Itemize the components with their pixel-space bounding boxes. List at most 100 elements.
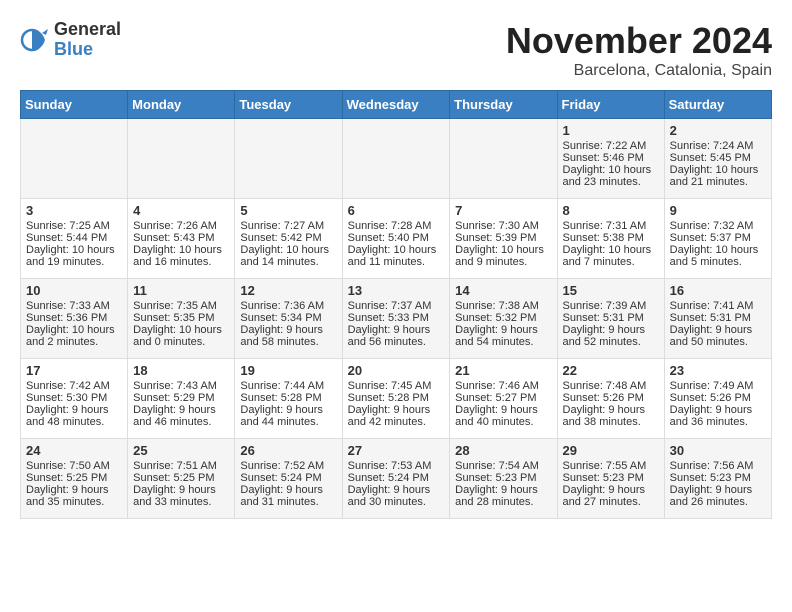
calendar-cell: 4Sunrise: 7:26 AMSunset: 5:43 PMDaylight… bbox=[128, 199, 235, 279]
daylight-text: Daylight: 9 hours and 31 minutes. bbox=[240, 484, 336, 508]
title-area: November 2024 Barcelona, Catalonia, Spai… bbox=[506, 20, 772, 80]
daylight-text: Daylight: 10 hours and 5 minutes. bbox=[670, 244, 766, 268]
sunrise-text: Sunrise: 7:56 AM bbox=[670, 460, 766, 472]
calendar-cell: 2Sunrise: 7:24 AMSunset: 5:45 PMDaylight… bbox=[664, 119, 771, 199]
sunset-text: Sunset: 5:24 PM bbox=[240, 472, 336, 484]
day-number: 21 bbox=[455, 363, 551, 378]
daylight-text: Daylight: 9 hours and 33 minutes. bbox=[133, 484, 229, 508]
calendar-week-2: 3Sunrise: 7:25 AMSunset: 5:44 PMDaylight… bbox=[21, 199, 772, 279]
sunset-text: Sunset: 5:44 PM bbox=[26, 232, 122, 244]
calendar-cell: 27Sunrise: 7:53 AMSunset: 5:24 PMDayligh… bbox=[342, 439, 450, 519]
day-number: 2 bbox=[670, 123, 766, 138]
sunset-text: Sunset: 5:40 PM bbox=[348, 232, 445, 244]
sunset-text: Sunset: 5:39 PM bbox=[455, 232, 551, 244]
day-number: 8 bbox=[563, 203, 659, 218]
calendar-cell: 15Sunrise: 7:39 AMSunset: 5:31 PMDayligh… bbox=[557, 279, 664, 359]
calendar-cell: 22 Sunrise: 7:48 AMSunset: 5:26 PMDayligh… bbox=[557, 359, 664, 439]
sunrise-text: Sunrise: 7:28 AM bbox=[348, 220, 445, 232]
sunset-text: Sunset: 5:25 PM bbox=[26, 472, 122, 484]
sunset-text: Sunset: 5:43 PM bbox=[133, 232, 229, 244]
daylight-text: Daylight: 9 hours and 50 minutes. bbox=[670, 324, 766, 348]
calendar-header: SundayMondayTuesdayWednesdayThursdayFrid… bbox=[21, 91, 772, 119]
calendar-cell: 29Sunrise: 7:55 AMSunset: 5:23 PMDayligh… bbox=[557, 439, 664, 519]
weekday-header-monday: Monday bbox=[128, 91, 235, 119]
daylight-text: Daylight: 10 hours and 2 minutes. bbox=[26, 324, 122, 348]
daylight-text: Daylight: 10 hours and 9 minutes. bbox=[455, 244, 551, 268]
daylight-text: Daylight: 9 hours and 48 minutes. bbox=[26, 404, 122, 428]
daylight-text: Daylight: 10 hours and 23 minutes. bbox=[563, 164, 659, 188]
sunset-text: Sunset: 5:45 PM bbox=[670, 152, 766, 164]
location-title: Barcelona, Catalonia, Spain bbox=[506, 62, 772, 80]
daylight-text: Daylight: 9 hours and 26 minutes. bbox=[670, 484, 766, 508]
sunset-text: Sunset: 5:26 PM bbox=[563, 392, 659, 404]
day-number: 13 bbox=[348, 283, 445, 298]
day-number: 25 bbox=[133, 443, 229, 458]
sunrise-text: Sunrise: 7:32 AM bbox=[670, 220, 766, 232]
calendar-cell: 24Sunrise: 7:50 AMSunset: 5:25 PMDayligh… bbox=[21, 439, 128, 519]
sunset-text: Sunset: 5:30 PM bbox=[26, 392, 122, 404]
sunrise-text: Sunrise: 7:43 AM bbox=[133, 380, 229, 392]
daylight-text: Daylight: 9 hours and 42 minutes. bbox=[348, 404, 445, 428]
sunrise-text: Sunrise: 7:44 AM bbox=[240, 380, 336, 392]
day-number: 4 bbox=[133, 203, 229, 218]
sunset-text: Sunset: 5:42 PM bbox=[240, 232, 336, 244]
calendar-cell: 19Sunrise: 7:44 AMSunset: 5:28 PMDayligh… bbox=[235, 359, 342, 439]
calendar-cell bbox=[128, 119, 235, 199]
calendar-cell: 28Sunrise: 7:54 AMSunset: 5:23 PMDayligh… bbox=[450, 439, 557, 519]
sunset-text: Sunset: 5:32 PM bbox=[455, 312, 551, 324]
day-number: 27 bbox=[348, 443, 445, 458]
sunrise-text: Sunrise: 7:36 AM bbox=[240, 300, 336, 312]
sunrise-text: Sunrise: 7:24 AM bbox=[670, 140, 766, 152]
logo-text: General Blue bbox=[54, 20, 121, 60]
sunrise-text: Sunrise: 7:41 AM bbox=[670, 300, 766, 312]
day-number: 10 bbox=[26, 283, 122, 298]
calendar-cell: 3Sunrise: 7:25 AMSunset: 5:44 PMDaylight… bbox=[21, 199, 128, 279]
sunrise-text: Sunrise: 7:30 AM bbox=[455, 220, 551, 232]
weekday-header-thursday: Thursday bbox=[450, 91, 557, 119]
calendar-body: 1Sunrise: 7:22 AMSunset: 5:46 PMDaylight… bbox=[21, 119, 772, 519]
calendar-week-3: 10Sunrise: 7:33 AMSunset: 5:36 PMDayligh… bbox=[21, 279, 772, 359]
sunrise-text: Sunrise: 7:42 AM bbox=[26, 380, 122, 392]
sunset-text: Sunset: 5:24 PM bbox=[348, 472, 445, 484]
day-number: 12 bbox=[240, 283, 336, 298]
calendar-cell: 16Sunrise: 7:41 AMSunset: 5:31 PMDayligh… bbox=[664, 279, 771, 359]
sunrise-text: Sunrise: 7:31 AM bbox=[563, 220, 659, 232]
sunrise-text: Sunrise: 7:53 AM bbox=[348, 460, 445, 472]
daylight-text: Daylight: 10 hours and 7 minutes. bbox=[563, 244, 659, 268]
calendar-cell: 17Sunrise: 7:42 AMSunset: 5:30 PMDayligh… bbox=[21, 359, 128, 439]
weekday-header-sunday: Sunday bbox=[21, 91, 128, 119]
day-number: 26 bbox=[240, 443, 336, 458]
calendar-cell: 5Sunrise: 7:27 AMSunset: 5:42 PMDaylight… bbox=[235, 199, 342, 279]
day-number: 29 bbox=[563, 443, 659, 458]
daylight-text: Daylight: 9 hours and 38 minutes. bbox=[563, 404, 659, 428]
daylight-text: Daylight: 10 hours and 14 minutes. bbox=[240, 244, 336, 268]
weekday-header-friday: Friday bbox=[557, 91, 664, 119]
sunrise-text: Sunrise: 7:48 AM bbox=[563, 380, 659, 392]
calendar-table: SundayMondayTuesdayWednesdayThursdayFrid… bbox=[20, 90, 772, 519]
daylight-text: Daylight: 9 hours and 54 minutes. bbox=[455, 324, 551, 348]
sunrise-text: Sunrise: 7:51 AM bbox=[133, 460, 229, 472]
daylight-text: Daylight: 9 hours and 46 minutes. bbox=[133, 404, 229, 428]
calendar-cell: 18Sunrise: 7:43 AMSunset: 5:29 PMDayligh… bbox=[128, 359, 235, 439]
sunrise-text: Sunrise: 7:33 AM bbox=[26, 300, 122, 312]
sunrise-text: Sunrise: 7:45 AM bbox=[348, 380, 445, 392]
sunset-text: Sunset: 5:38 PM bbox=[563, 232, 659, 244]
calendar-cell: 23Sunrise: 7:49 AMSunset: 5:26 PMDayligh… bbox=[664, 359, 771, 439]
sunset-text: Sunset: 5:36 PM bbox=[26, 312, 122, 324]
weekday-row: SundayMondayTuesdayWednesdayThursdayFrid… bbox=[21, 91, 772, 119]
logo: General Blue bbox=[20, 20, 121, 60]
daylight-text: Daylight: 10 hours and 0 minutes. bbox=[133, 324, 229, 348]
calendar-cell: 1Sunrise: 7:22 AMSunset: 5:46 PMDaylight… bbox=[557, 119, 664, 199]
sunrise-text: Sunrise: 7:37 AM bbox=[348, 300, 445, 312]
calendar-week-1: 1Sunrise: 7:22 AMSunset: 5:46 PMDaylight… bbox=[21, 119, 772, 199]
daylight-text: Daylight: 9 hours and 27 minutes. bbox=[563, 484, 659, 508]
day-number: 22 bbox=[563, 363, 659, 378]
sunrise-text: Sunrise: 7:50 AM bbox=[26, 460, 122, 472]
sunset-text: Sunset: 5:28 PM bbox=[240, 392, 336, 404]
daylight-text: Daylight: 10 hours and 19 minutes. bbox=[26, 244, 122, 268]
day-number: 9 bbox=[670, 203, 766, 218]
day-number: 19 bbox=[240, 363, 336, 378]
logo-line1: General bbox=[54, 20, 121, 40]
calendar-cell bbox=[342, 119, 450, 199]
sunrise-text: Sunrise: 7:54 AM bbox=[455, 460, 551, 472]
